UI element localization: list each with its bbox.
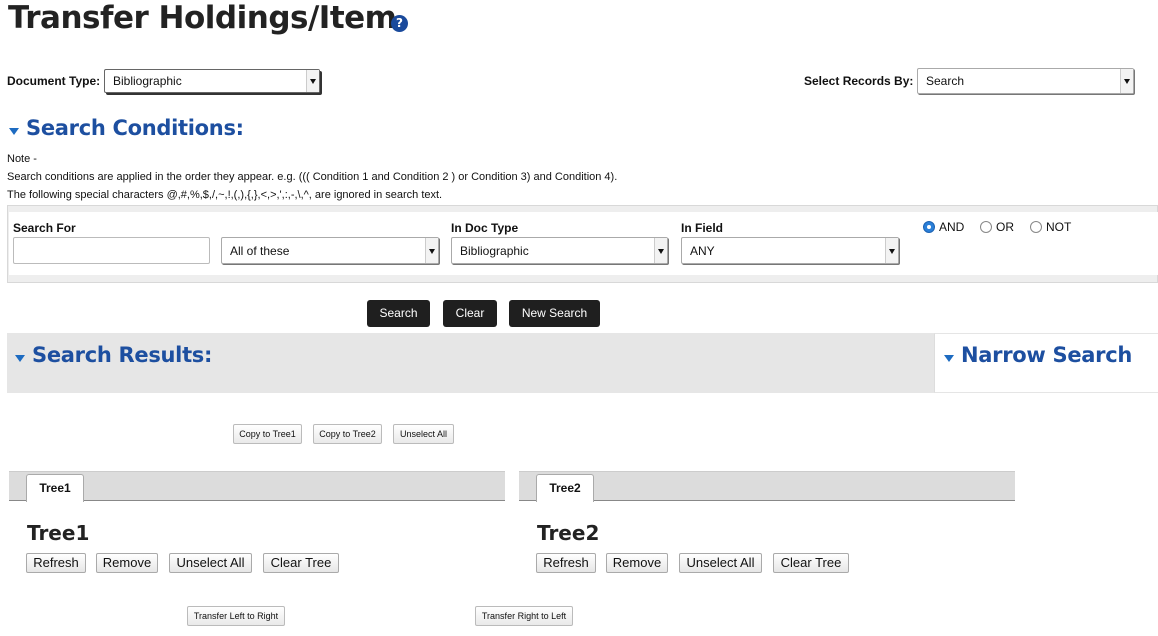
- select-records-select[interactable]: Search: [917, 68, 1134, 94]
- tab-tree1[interactable]: Tree1: [26, 474, 84, 502]
- clear-button[interactable]: Clear: [443, 300, 497, 327]
- note-line-1: Search conditions are applied in the ord…: [7, 171, 618, 183]
- document-type-value: Bibliographic: [113, 74, 182, 88]
- doc-type-label: In Doc Type: [451, 221, 519, 235]
- match-type-select[interactable]: All of these: [221, 237, 439, 264]
- chevron-down-icon: [425, 238, 438, 263]
- tree2-remove-button[interactable]: Remove: [606, 553, 668, 573]
- unselect-all-button[interactable]: Unselect All: [393, 424, 454, 444]
- operator-or-label: OR: [996, 220, 1014, 234]
- search-conditions-title[interactable]: Search Conditions:: [26, 116, 244, 140]
- search-for-label: Search For: [13, 221, 76, 235]
- operator-not-label: NOT: [1046, 220, 1072, 234]
- field-select[interactable]: ANY: [681, 237, 899, 264]
- doc-type-select[interactable]: Bibliographic: [451, 237, 668, 264]
- tree1-refresh-button[interactable]: Refresh: [26, 553, 86, 573]
- narrow-search-title[interactable]: Narrow Search: [961, 343, 1132, 367]
- tree2-refresh-button[interactable]: Refresh: [536, 553, 596, 573]
- operator-or-radio[interactable]: [980, 221, 992, 233]
- tree1-unselect-all-button[interactable]: Unselect All: [169, 553, 252, 573]
- tree1-clear-tree-button[interactable]: Clear Tree: [263, 553, 339, 573]
- help-icon[interactable]: ?: [391, 15, 408, 32]
- chevron-down-icon: [1120, 69, 1133, 93]
- tab-tree2[interactable]: Tree2: [536, 474, 594, 502]
- field-label: In Field: [681, 221, 723, 235]
- match-type-value: All of these: [230, 243, 290, 258]
- collapse-triangle-icon[interactable]: [9, 128, 19, 135]
- chevron-down-icon: [306, 70, 319, 92]
- search-button[interactable]: Search: [367, 300, 430, 327]
- chevron-down-icon: [654, 238, 667, 263]
- tree2-title: Tree2: [537, 521, 600, 545]
- select-records-value: Search: [926, 74, 965, 88]
- copy-to-tree1-button[interactable]: Copy to Tree1: [233, 424, 302, 444]
- operator-and-radio[interactable]: [923, 221, 935, 233]
- document-type-label: Document Type:: [7, 74, 101, 88]
- tree2-unselect-all-button[interactable]: Unselect All: [679, 553, 762, 573]
- select-records-label: Select Records By:: [804, 74, 914, 88]
- search-for-input[interactable]: [13, 237, 210, 264]
- transfer-left-to-right-button[interactable]: Transfer Left to Right: [187, 606, 285, 626]
- page-title: Transfer Holdings/Item: [8, 0, 397, 36]
- field-value: ANY: [690, 243, 715, 258]
- tree1-title: Tree1: [27, 521, 90, 545]
- note-heading: Note -: [7, 153, 37, 165]
- tree2-clear-tree-button[interactable]: Clear Tree: [773, 553, 849, 573]
- collapse-triangle-icon[interactable]: [15, 355, 25, 362]
- new-search-button[interactable]: New Search: [509, 300, 600, 327]
- tree1-remove-button[interactable]: Remove: [96, 553, 158, 573]
- doc-type-value: Bibliographic: [460, 243, 529, 258]
- chevron-down-icon: [885, 238, 898, 263]
- operator-not-radio[interactable]: [1030, 221, 1042, 233]
- operator-and-label: AND: [939, 220, 965, 234]
- note-line-2: The following special characters @,#,%,$…: [7, 189, 443, 201]
- search-results-title[interactable]: Search Results:: [32, 343, 212, 367]
- document-type-select[interactable]: Bibliographic: [104, 69, 320, 93]
- copy-to-tree2-button[interactable]: Copy to Tree2: [313, 424, 382, 444]
- collapse-triangle-icon[interactable]: [944, 355, 954, 362]
- transfer-right-to-left-button[interactable]: Transfer Right to Left: [475, 606, 573, 626]
